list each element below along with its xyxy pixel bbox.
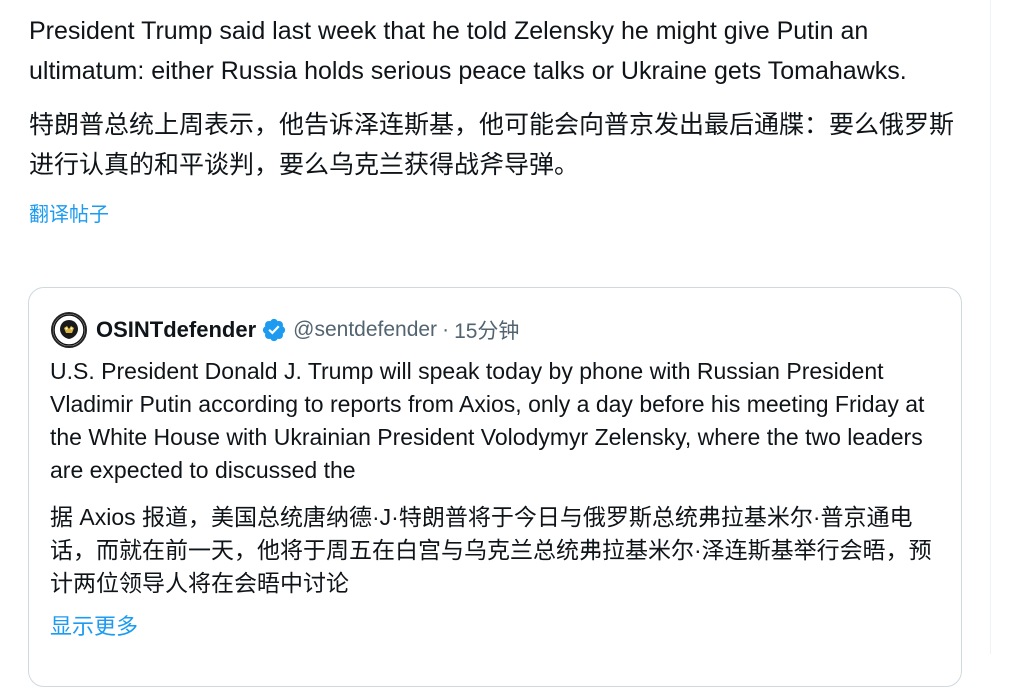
avatar[interactable]: [51, 312, 87, 348]
quoted-tweet-header: OSINTdefender @sentdefender · 15分钟: [51, 310, 519, 350]
header-separator: ·: [442, 318, 450, 341]
show-more-link[interactable]: 显示更多: [50, 612, 138, 642]
quoted-tweet-timestamp[interactable]: 15分钟: [454, 315, 519, 345]
tweet-text-english: President Trump said last week that he t…: [29, 17, 907, 85]
tweet-text-chinese: 特朗普总统上周表示，他告诉泽连斯基，他可能会向普京发出最后通牒：要么俄罗斯进行认…: [29, 111, 955, 179]
quoted-tweet-text-chinese: 据 Axios 报道，美国总统唐纳德·J·特朗普将于今日与俄罗斯总统弗拉基米尔·…: [50, 504, 932, 596]
quoted-tweet-card[interactable]: OSINTdefender @sentdefender · 15分钟 U.S. …: [28, 287, 962, 687]
translate-post-link[interactable]: 翻译帖子: [29, 201, 109, 229]
osint-logo-icon: [53, 314, 85, 346]
quoted-author-name[interactable]: OSINTdefender: [96, 317, 256, 343]
tweet: President Trump said last week that he t…: [29, 0, 969, 229]
timeline-column-border: [990, 0, 991, 654]
verified-badge-icon: [261, 317, 287, 343]
quoted-tweet-text-english: U.S. President Donald J. Trump will spea…: [50, 358, 925, 483]
quoted-author-handle[interactable]: @sentdefender: [293, 318, 437, 342]
